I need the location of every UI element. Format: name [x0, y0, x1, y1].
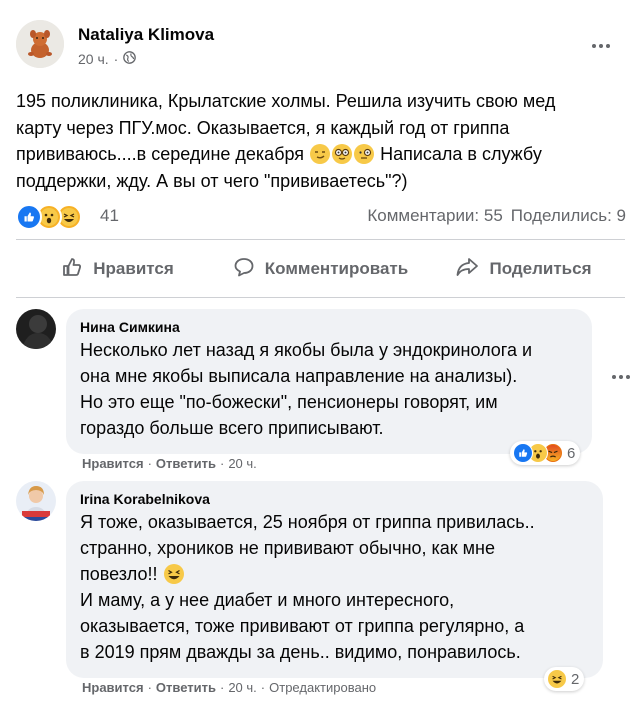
comment-reaction-count: 2 [571, 670, 580, 688]
comment-line: оказывается, тоже прививают от гриппа ре… [80, 616, 525, 636]
comment-like-link[interactable]: Нравится [82, 680, 144, 695]
comment-text: Я тоже, оказывается, 25 ноября от гриппа… [80, 509, 591, 665]
more-dots-icon [612, 375, 630, 379]
edited-label[interactable]: Отредактировано [269, 680, 376, 695]
post-meta: 20 ч. · [78, 51, 137, 67]
commenter-avatar[interactable] [16, 481, 56, 521]
post-text-line-2: карту через ПГУ.мос. Оказывается, я кажд… [16, 117, 510, 138]
comment-text: Несколько лет назад я якобы была у эндок… [80, 337, 580, 441]
shares-count-link[interactable]: Поделились: 9 [511, 206, 626, 226]
author-name[interactable]: Nataliya Klimova [78, 25, 214, 45]
comment-button-label: Комментировать [264, 259, 409, 278]
haha-reaction-icon [547, 669, 567, 689]
like-reaction-icon [513, 443, 533, 463]
comment-line: повезло!! [80, 561, 591, 587]
comment-bubble: Irina Korabelnikova Я тоже, оказывается,… [66, 481, 603, 678]
commenter-name[interactable]: Нина Симкина [80, 317, 580, 337]
reaction-icons[interactable] [16, 204, 82, 230]
meta-separator: · [113, 51, 119, 67]
reactions-summary: 41 Комментарии: 55 Поделились: 9 [16, 202, 628, 230]
like-button-label: Нравится [93, 259, 174, 278]
commenter-avatar[interactable] [16, 309, 56, 349]
post-text-line-3-end: Написала в службу [375, 144, 542, 164]
author-avatar[interactable] [16, 20, 64, 68]
comment-line: в 2019 прям дважды за день.. видимо, пон… [80, 642, 521, 662]
comment-button[interactable]: Комментировать [219, 246, 422, 292]
comment: Нина Симкина Несколько лет назад я якобы… [16, 309, 630, 475]
separator: · [147, 680, 152, 695]
like-reaction-icon [16, 204, 42, 230]
post-header: Nataliya Klimova 20 ч. · [16, 20, 625, 72]
comment: Irina Korabelnikova Я тоже, оказывается,… [16, 481, 626, 699]
separator: · [219, 456, 225, 471]
comments-count-link[interactable]: Комментарии: 55 [367, 206, 502, 226]
comment-line: И маму, а у нее диабет и много интересно… [80, 590, 455, 610]
comment-reply-link[interactable]: Ответить [156, 680, 216, 695]
comment-bubble-icon [233, 256, 255, 283]
comment-line: странно, хроников не прививают обычно, к… [80, 538, 496, 558]
globe-icon [123, 51, 137, 67]
post-text-line-4: поддержки, жду. А вы от чего "прививаете… [16, 170, 408, 191]
post-stats: Комментарии: 55 Поделились: 9 [367, 206, 626, 226]
comment-line-text: повезло!! [80, 564, 163, 584]
share-button-label: Поделиться [489, 259, 592, 278]
post-more-button[interactable] [589, 34, 613, 58]
comment-line: Но это еще "по-божески", пенсионеры гово… [80, 392, 498, 412]
reaction-count[interactable]: 41 [100, 206, 119, 226]
post-actions: Нравится Комментировать Поделиться [16, 246, 625, 292]
post-text-line-3: прививаюсь....в середине декабря Написал… [16, 141, 628, 168]
laughing-emoji-icon [163, 564, 184, 584]
comment-bubble: Нина Симкина Несколько лет назад я якобы… [66, 309, 592, 454]
comment-line: она мне якобы выписала направление на ан… [80, 366, 518, 386]
thumbs-up-icon [61, 256, 83, 283]
comment-time[interactable]: 20 ч. [228, 680, 256, 695]
comment-time[interactable]: 20 ч. [228, 456, 256, 471]
more-dots-icon [592, 44, 610, 48]
divider [16, 297, 625, 298]
comment-reply-link[interactable]: Ответить [156, 456, 216, 471]
post-text-line-1: 195 поликлиника, Крылатские холмы. Решил… [16, 91, 556, 111]
smirk-emoji-icon [310, 144, 331, 164]
comment-reaction-count: 6 [567, 444, 576, 462]
comment-like-link[interactable]: Нравится [82, 456, 144, 471]
share-arrow-icon [455, 256, 479, 283]
nerd-emoji-icon [332, 144, 353, 164]
post-text: 195 поликлиника, Крылатские холмы. Решил… [16, 88, 628, 194]
divider [16, 239, 625, 240]
separator: · [260, 680, 266, 695]
comment-line: Несколько лет назад я якобы была у эндок… [80, 340, 533, 360]
comment-reactions[interactable]: 6 [510, 441, 581, 465]
facebook-post: Nataliya Klimova 20 ч. · 195 поликлиника… [0, 0, 641, 701]
comment-line: гораздо больше всего приписывают. [80, 418, 384, 438]
comment-reactions[interactable]: 2 [544, 667, 585, 691]
comment-actions: Нравится · Ответить · 20 ч. [82, 456, 257, 471]
monocle-emoji-icon [354, 144, 375, 164]
comment-line: Я тоже, оказывается, 25 ноября от гриппа… [80, 512, 535, 532]
separator: · [147, 456, 152, 471]
commenter-name[interactable]: Irina Korabelnikova [80, 489, 591, 509]
comment-actions: Нравится · Ответить · 20 ч. · Отредактир… [82, 680, 376, 695]
post-time[interactable]: 20 ч. [78, 51, 109, 67]
comment-more-button[interactable] [609, 365, 633, 389]
separator: · [219, 680, 225, 695]
like-button[interactable]: Нравится [16, 246, 219, 292]
post-text-line-3-start: прививаюсь....в середине декабря [16, 144, 305, 164]
share-button[interactable]: Поделиться [422, 246, 625, 292]
